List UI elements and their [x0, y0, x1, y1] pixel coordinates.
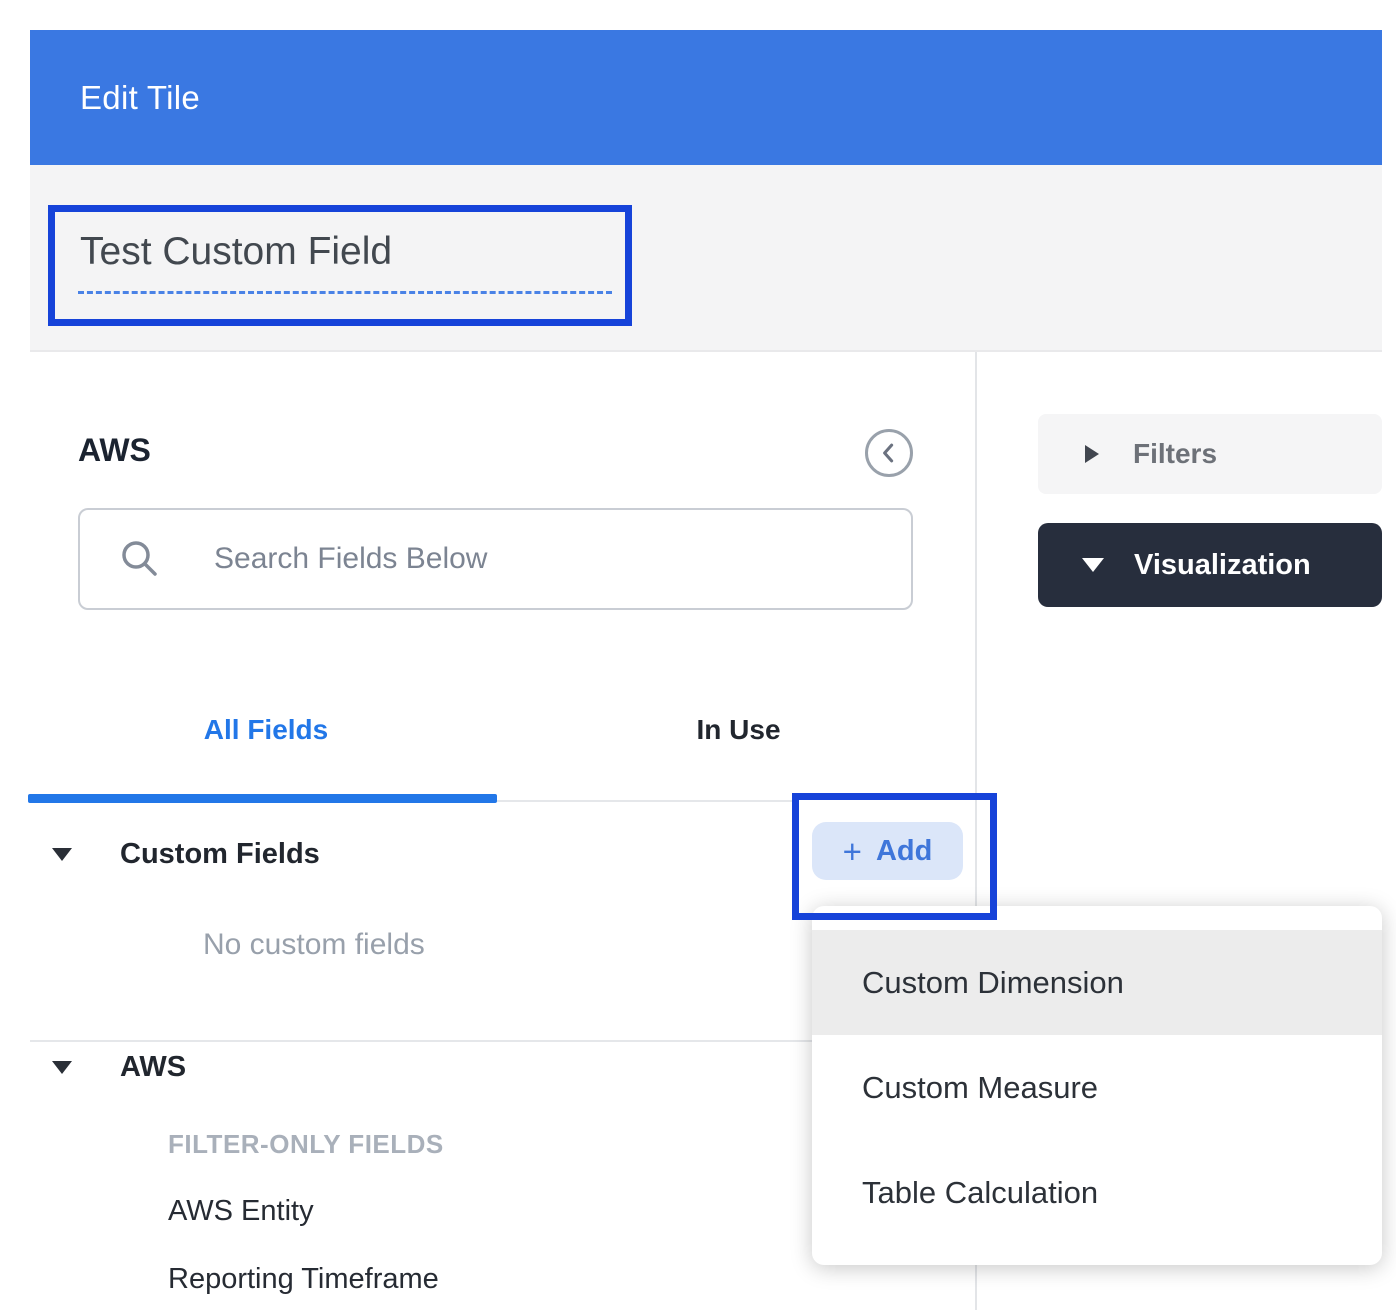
field-aws-entity[interactable]: AWS Entity: [168, 1195, 314, 1228]
section-label: Custom Fields: [120, 838, 320, 871]
edit-tile-dialog: Edit Tile AWS All Fields In Use Custom F…: [0, 0, 1396, 1310]
filters-label: Filters: [1133, 438, 1217, 470]
visualization-label: Visualization: [1134, 549, 1311, 582]
add-custom-field-button[interactable]: + Add: [812, 822, 963, 880]
menu-item-table-calculation[interactable]: Table Calculation: [812, 1140, 1382, 1245]
menu-item-custom-measure[interactable]: Custom Measure: [812, 1035, 1382, 1140]
add-field-dropdown-menu: Custom Dimension Custom Measure Table Ca…: [812, 906, 1382, 1265]
visualization-section-header[interactable]: Visualization: [1038, 523, 1382, 607]
section-label: AWS: [120, 1051, 186, 1084]
search-icon: [120, 539, 160, 579]
field-search-box[interactable]: [78, 508, 913, 610]
caret-down-icon[interactable]: [52, 848, 72, 861]
title-dashed-underline: [78, 291, 612, 294]
menu-item-custom-dimension[interactable]: Custom Dimension: [812, 930, 1382, 1035]
triangle-down-icon: [1082, 558, 1104, 572]
triangle-right-icon: [1085, 445, 1099, 463]
tile-title-input[interactable]: [80, 222, 600, 282]
filter-only-fields-label: FILTER-ONLY FIELDS: [168, 1129, 444, 1160]
add-button-label: Add: [876, 835, 932, 868]
tab-all-fields[interactable]: All Fields: [30, 712, 502, 748]
chevron-left-icon: [868, 429, 910, 477]
collapse-panel-button[interactable]: [865, 429, 913, 477]
explore-name: AWS: [78, 432, 151, 469]
dialog-header: Edit Tile: [30, 30, 1382, 165]
tab-in-use[interactable]: In Use: [502, 712, 975, 748]
section-custom-fields[interactable]: Custom Fields: [52, 838, 320, 871]
no-custom-fields-text: No custom fields: [203, 928, 425, 962]
active-tab-indicator: [28, 794, 497, 803]
search-input[interactable]: [212, 541, 812, 577]
section-aws[interactable]: AWS: [52, 1051, 186, 1084]
caret-down-icon[interactable]: [52, 1061, 72, 1074]
dialog-title: Edit Tile: [80, 79, 200, 117]
field-reporting-timeframe[interactable]: Reporting Timeframe: [168, 1263, 439, 1296]
plus-icon: +: [843, 835, 862, 868]
filters-section-header[interactable]: Filters: [1038, 414, 1382, 494]
